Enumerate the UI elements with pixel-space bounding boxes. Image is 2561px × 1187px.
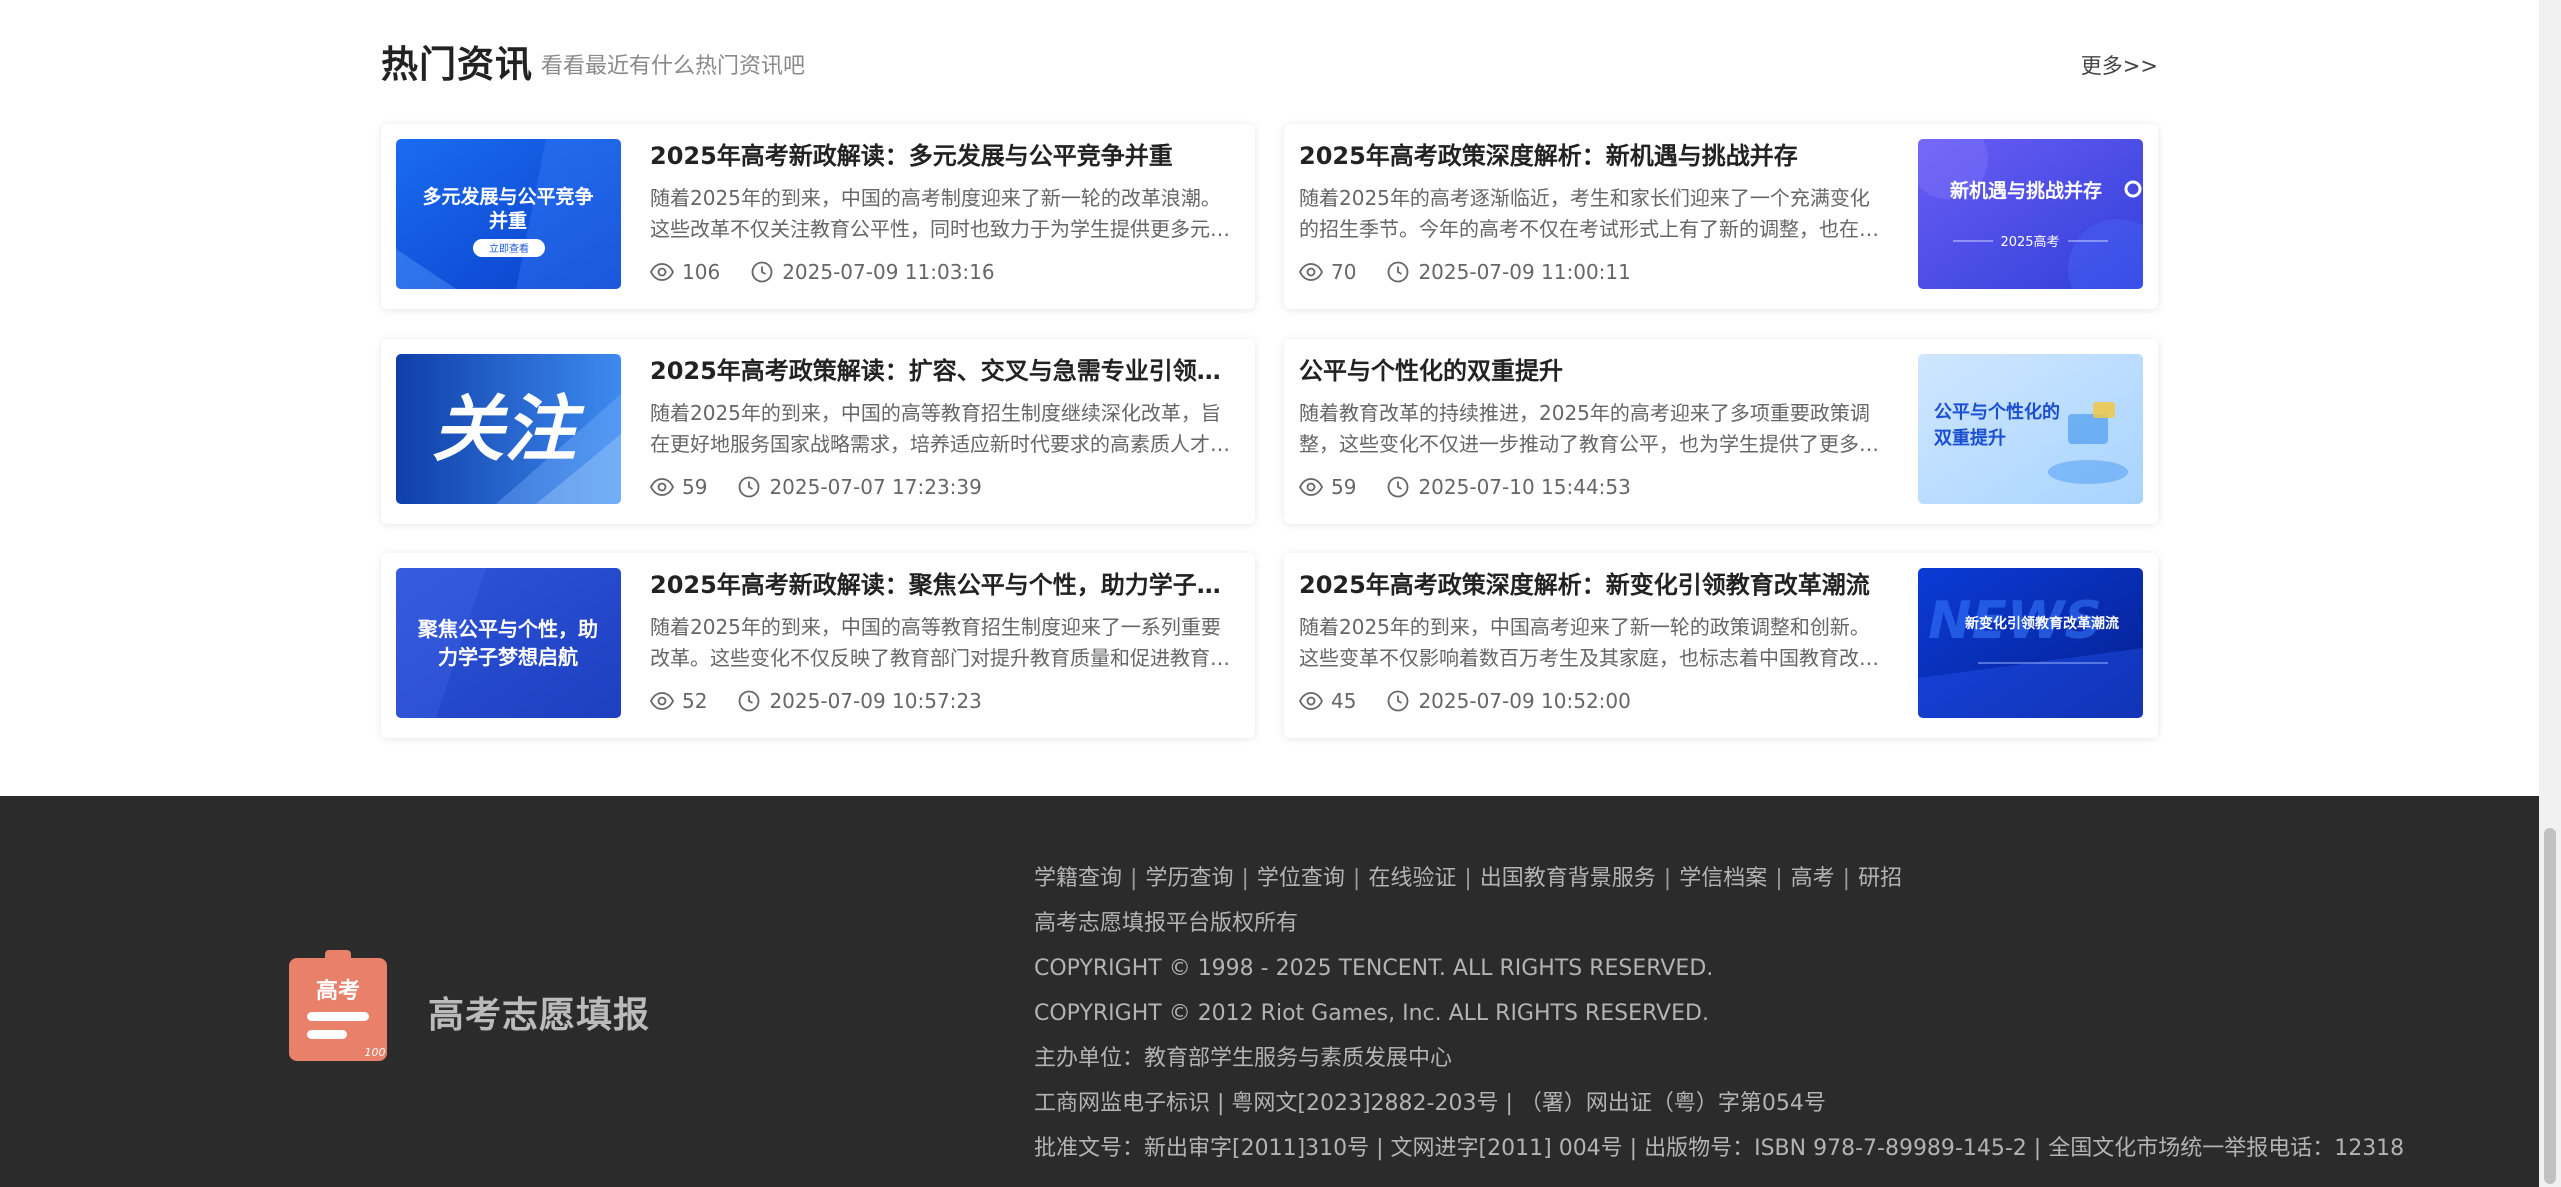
news-meta: 59 2025-07-10 15:44:53 bbox=[1299, 472, 1889, 502]
footer-copyright-tencent: COPYRIGHT © 1998 - 2025 TENCENT. ALL RIG… bbox=[1034, 956, 1714, 981]
news-thumbnail[interactable]: 聚焦公平与个性，助 力学子梦想启航 bbox=[396, 568, 621, 718]
news-summary: 随着2025年的到来，中国的高考制度迎来了新一轮的改革浪潮。这些改革不仅关注教育… bbox=[650, 186, 1230, 241]
svg-text:2025高考: 2025高考 bbox=[2000, 234, 2059, 250]
news-title[interactable]: 2025年高考政策解读：扩容、交叉与急需专业引领新趋势 bbox=[650, 354, 1235, 388]
eye-icon bbox=[650, 478, 674, 496]
more-link[interactable]: 更多>> bbox=[2081, 50, 2158, 80]
eye-icon bbox=[1299, 263, 1323, 281]
svg-text:双重提升: 双重提升 bbox=[1934, 427, 2006, 449]
news-card[interactable]: 新机遇与挑战并存 2025高考 2025年高考政策深度解析：新机遇与挑战并存 随… bbox=[1284, 124, 2158, 309]
news-card[interactable]: 多元发展与公平竞争 并重 立即查看 2025年高考新政解读：多元发展与公平竞争并… bbox=[381, 124, 1255, 309]
footer-link[interactable]: 学籍查询 bbox=[1034, 866, 1122, 891]
news-meta: 70 2025-07-09 11:00:11 bbox=[1299, 257, 1889, 287]
news-thumbnail[interactable]: 新机遇与挑战并存 2025高考 bbox=[1918, 139, 2143, 289]
news-meta: 45 2025-07-09 10:52:00 bbox=[1299, 686, 1889, 716]
publish-date: 2025-07-09 10:57:23 bbox=[769, 689, 982, 713]
news-title[interactable]: 2025年高考新政解读：多元发展与公平竞争并重 bbox=[650, 139, 1235, 173]
news-thumbnail[interactable]: 多元发展与公平竞争 并重 立即查看 bbox=[396, 139, 621, 289]
scrollbar-thumb[interactable] bbox=[2544, 828, 2556, 1184]
svg-text:多元发展与公平竞争: 多元发展与公平竞争 bbox=[422, 185, 593, 208]
footer-link[interactable]: 学位查询 bbox=[1257, 866, 1345, 891]
news-title[interactable]: 2025年高考政策深度解析：新机遇与挑战并存 bbox=[1299, 139, 1889, 173]
footer-link[interactable]: 学历查询 bbox=[1145, 866, 1233, 891]
footer-link[interactable]: 出国教育背景服务 bbox=[1480, 866, 1656, 891]
svg-text:新变化引领教育改革潮流: 新变化引领教育改革潮流 bbox=[1965, 615, 2119, 632]
svg-text:新机遇与挑战并存: 新机遇与挑战并存 bbox=[1950, 179, 2102, 202]
news-title[interactable]: 公平与个性化的双重提升 bbox=[1299, 354, 1889, 388]
footer-link[interactable]: 高考 bbox=[1791, 866, 1835, 891]
svg-text:并重: 并重 bbox=[489, 209, 527, 232]
news-summary: 随着2025年的到来，中国的高等教育招生制度迎来了一系列重要改革。这些变化不仅反… bbox=[650, 615, 1230, 670]
eye-icon bbox=[1299, 692, 1323, 710]
svg-text:公平与个性化的: 公平与个性化的 bbox=[1934, 401, 2060, 423]
news-meta: 52 2025-07-09 10:57:23 bbox=[650, 686, 1235, 716]
view-count: 59 bbox=[682, 475, 708, 499]
news-summary: 随着2025年的到来，中国高考迎来了新一轮的政策调整和创新。这些变革不仅影响着数… bbox=[1299, 615, 1879, 670]
svg-text:关注: 关注 bbox=[432, 387, 585, 471]
hot-news-section: 热门资讯 看看最近有什么热门资讯吧 更多>> 多元发展与公平竞争 并重 立即查看… bbox=[381, 0, 2158, 796]
footer-copyright-owner: 高考志愿填报平台版权所有 bbox=[1034, 911, 1299, 936]
publish-date: 2025-07-09 11:00:11 bbox=[1418, 260, 1631, 284]
svg-text:高考: 高考 bbox=[316, 978, 360, 1004]
view-count: 70 bbox=[1331, 260, 1357, 284]
clock-icon bbox=[739, 690, 760, 712]
view-count: 106 bbox=[682, 260, 721, 284]
clock-icon bbox=[1388, 476, 1409, 498]
news-card[interactable]: 关注 2025年高考政策解读：扩容、交叉与急需专业引领新趋势 随着2025年的到… bbox=[381, 339, 1255, 524]
publish-date: 2025-07-09 11:03:16 bbox=[782, 260, 995, 284]
site-footer: 高考 100 高考志愿填报 学籍查询 | 学历查询 | 学位查询 | 在线验证 | 出国教育背景… bbox=[0, 796, 2539, 1187]
eye-icon bbox=[650, 263, 674, 281]
news-card[interactable]: 公平与个性化的 双重提升 公平与个性化的双重提升 随着教育改革的持续推进，202… bbox=[1284, 339, 2158, 524]
svg-text:立即查看: 立即查看 bbox=[489, 242, 529, 255]
clipboard-logo-icon: 高考 100 bbox=[289, 950, 387, 1061]
news-title[interactable]: 2025年高考新政解读：聚焦公平与个性，助力学子梦想启航 bbox=[650, 568, 1235, 602]
view-count: 45 bbox=[1331, 689, 1357, 713]
clock-icon bbox=[739, 476, 760, 498]
news-title[interactable]: 2025年高考政策深度解析：新变化引领教育改革潮流 bbox=[1299, 568, 1889, 602]
news-summary: 随着2025年的高考逐渐临近，考生和家长们迎来了一个充满变化的招生季节。今年的高… bbox=[1299, 186, 1879, 241]
news-meta: 59 2025-07-07 17:23:39 bbox=[650, 472, 1235, 502]
footer-link[interactable]: 研招 bbox=[1858, 866, 1902, 891]
footer-license: 工商网监电子标识 | 粤网文[2023]2882-203号 | （署）网出证（粤… bbox=[1034, 1091, 1826, 1116]
view-count: 59 bbox=[1331, 475, 1357, 499]
eye-icon bbox=[1299, 478, 1323, 496]
news-meta: 106 2025-07-09 11:03:16 bbox=[650, 257, 1235, 287]
news-thumbnail[interactable]: NEWS 新变化引领教育改革潮流 bbox=[1918, 568, 2143, 718]
clock-icon bbox=[1388, 690, 1409, 712]
publish-date: 2025-07-07 17:23:39 bbox=[769, 475, 982, 499]
svg-text:100: 100 bbox=[365, 1046, 386, 1059]
footer-copyright-riot: COPYRIGHT © 2012 Riot Games, Inc. ALL RI… bbox=[1034, 1001, 1709, 1026]
page-scrollbar[interactable] bbox=[2539, 0, 2561, 1187]
footer-organizer: 主办单位：教育部学生服务与素质发展中心 bbox=[1034, 1046, 1453, 1071]
section-subtitle: 看看最近有什么热门资讯吧 bbox=[541, 54, 806, 79]
footer-links: 学籍查询 | 学历查询 | 学位查询 | 在线验证 | 出国教育背景服务 | 学信档案 | 高考 | 研招 bbox=[1034, 866, 1903, 891]
footer-brand: 高考志愿填报 bbox=[428, 995, 651, 1036]
publish-date: 2025-07-09 10:52:00 bbox=[1418, 689, 1631, 713]
news-summary: 随着2025年的到来，中国的高等教育招生制度继续深化改革，旨在更好地服务国家战略… bbox=[650, 401, 1230, 456]
svg-text:聚焦公平与个性，助: 聚焦公平与个性，助 bbox=[417, 617, 598, 641]
svg-text:力学子梦想启航: 力学子梦想启航 bbox=[438, 645, 578, 669]
section-title: 热门资讯 bbox=[381, 43, 533, 86]
footer-link[interactable]: 在线验证 bbox=[1368, 866, 1456, 891]
news-card[interactable]: NEWS 新变化引领教育改革潮流 2025年高考政策深度解析：新变化引领教育改革… bbox=[1284, 553, 2158, 738]
footer-approval: 批准文号：新出审字[2011]310号 | 文网进字[2011] 004号 | … bbox=[1034, 1136, 2405, 1161]
footer-link[interactable]: 学信档案 bbox=[1679, 866, 1767, 891]
news-thumbnail[interactable]: 关注 bbox=[396, 354, 621, 504]
clock-icon bbox=[751, 261, 773, 283]
section-header: 热门资讯 看看最近有什么热门资讯吧 更多>> bbox=[381, 30, 2158, 90]
news-thumbnail[interactable]: 公平与个性化的 双重提升 bbox=[1918, 354, 2143, 504]
news-card[interactable]: 聚焦公平与个性，助 力学子梦想启航 2025年高考新政解读：聚焦公平与个性，助力… bbox=[381, 553, 1255, 738]
clock-icon bbox=[1388, 261, 1409, 283]
footer-info: 学籍查询 | 学历查询 | 学位查询 | 在线验证 | 出国教育背景服务 | 学信档案 | 高考 | 研招 … bbox=[1034, 856, 2434, 1171]
publish-date: 2025-07-10 15:44:53 bbox=[1418, 475, 1631, 499]
news-summary: 随着教育改革的持续推进，2025年的高考迎来了多项重要政策调整，这些变化不仅进一… bbox=[1299, 401, 1879, 456]
eye-icon bbox=[650, 692, 674, 710]
view-count: 52 bbox=[682, 689, 708, 713]
